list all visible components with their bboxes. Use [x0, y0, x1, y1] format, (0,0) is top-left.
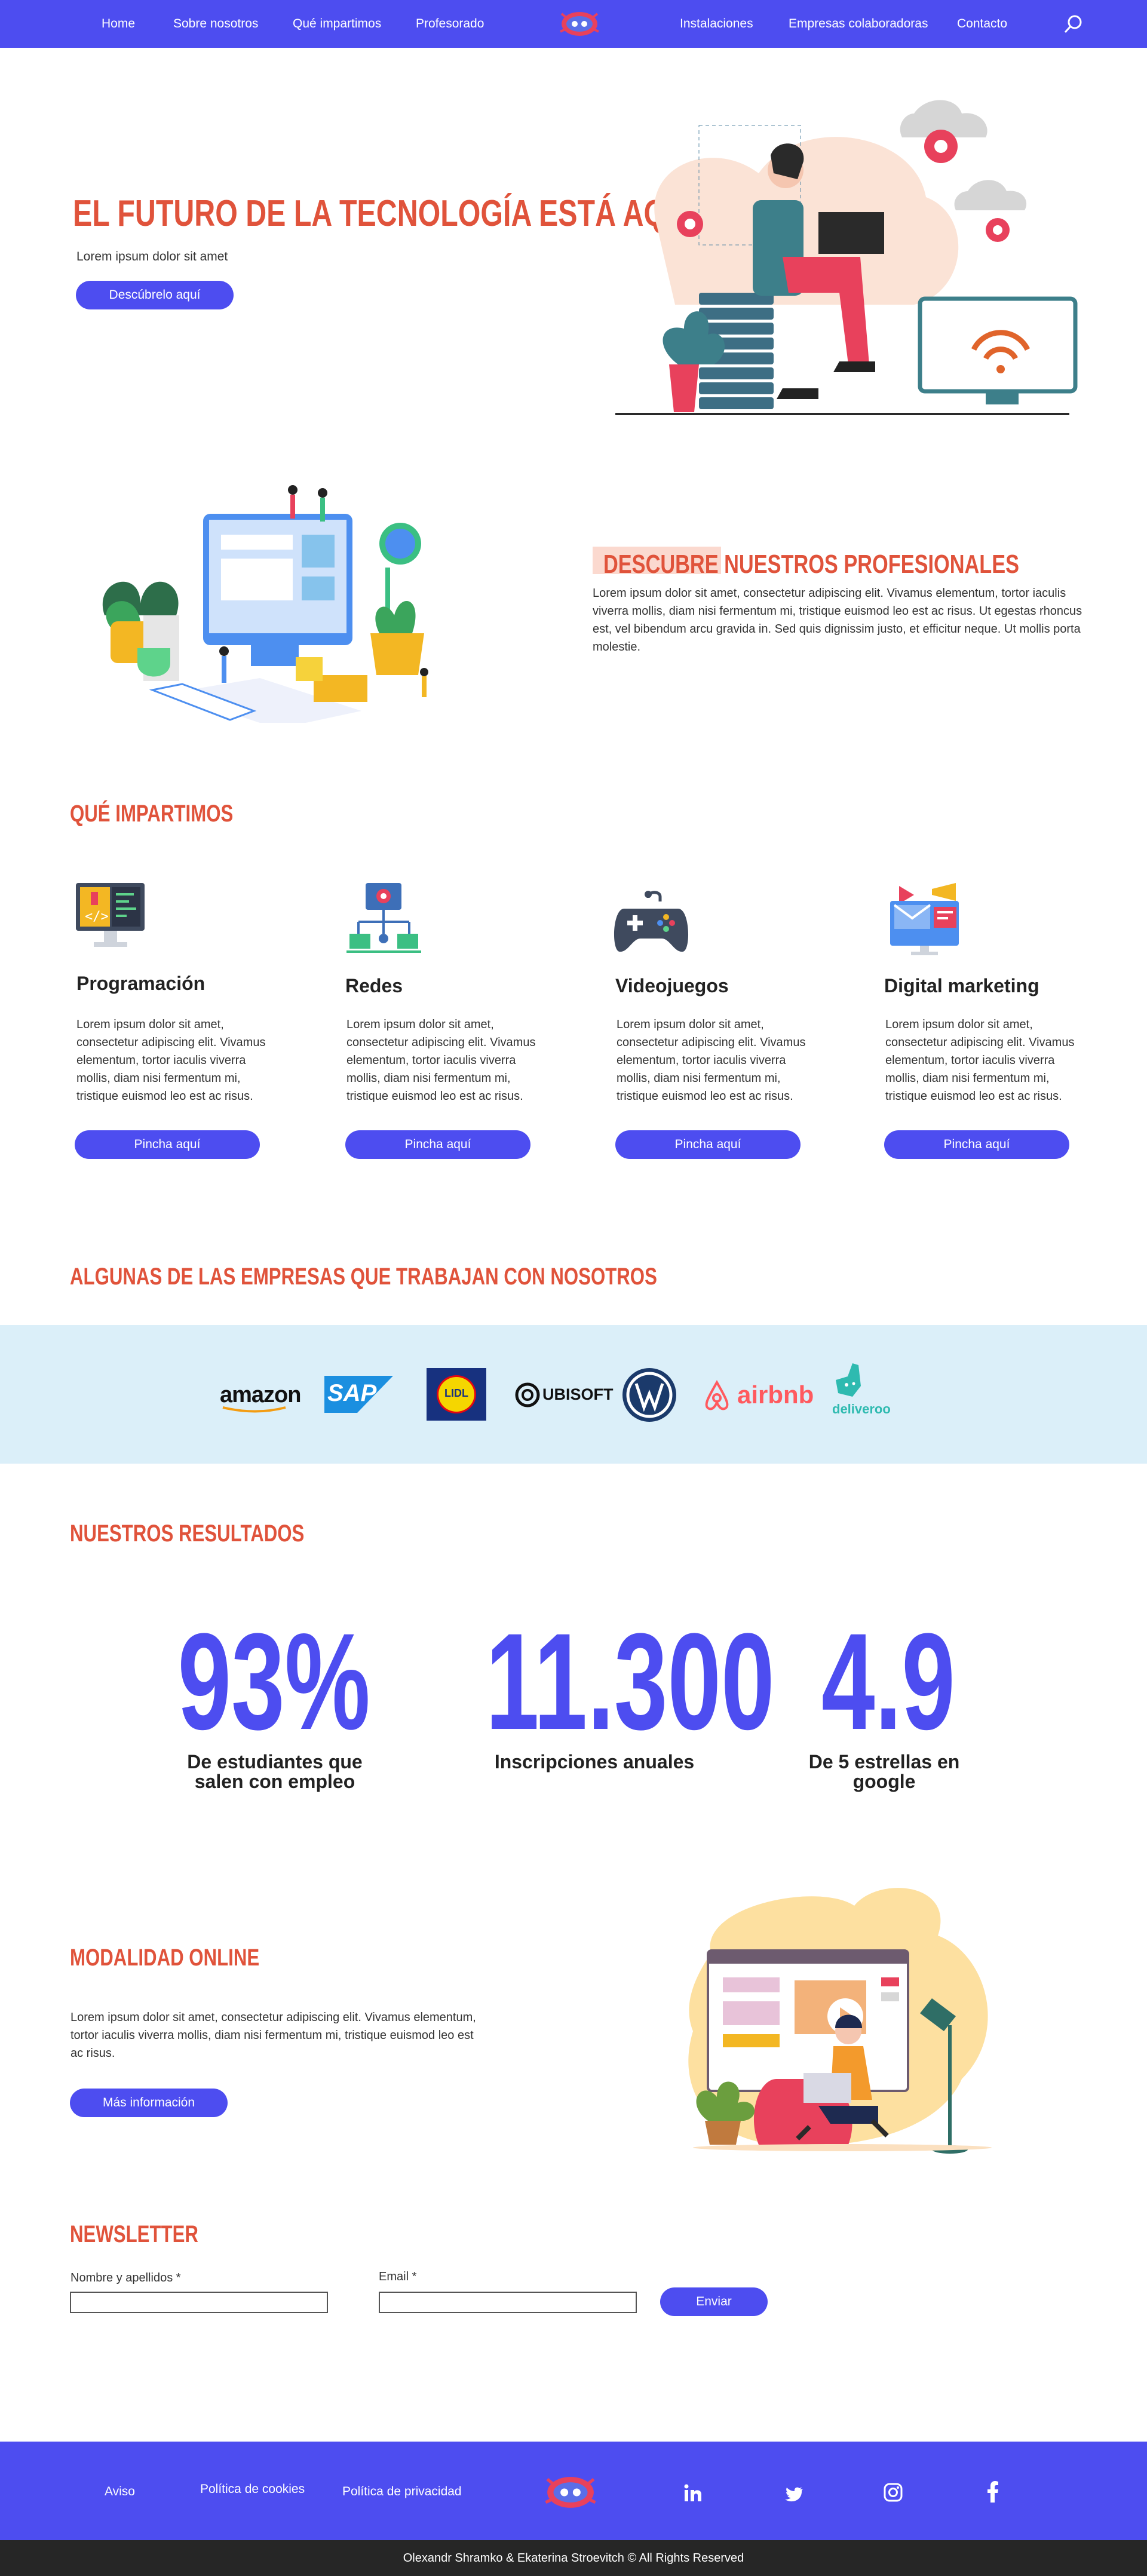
- card-text-digital-marketing: Lorem ipsum dolor sit amet, consectetur …: [885, 1018, 1075, 1103]
- hero-title: EL FUTURO DE LA TECNOLOGÍA ESTÁ AQUÍ: [73, 193, 695, 234]
- footer: Aviso Política de cookies Política de pr…: [0, 2442, 1147, 2540]
- newsletter-email-input[interactable]: [379, 2292, 637, 2313]
- footer-link-privacidad[interactable]: Política de privacidad: [342, 2485, 462, 2499]
- deliveroo-kangaroo-icon: [836, 1363, 861, 1397]
- stat-value-enrollments: 11.300: [486, 1605, 775, 1758]
- search-icon[interactable]: [1063, 14, 1084, 34]
- airbnb-belo-icon: [705, 1380, 729, 1410]
- hero-subtitle: Lorem ipsum dolor sit amet: [76, 250, 228, 263]
- facebook-icon[interactable]: [987, 2481, 999, 2503]
- footer-link-aviso[interactable]: Aviso: [105, 2485, 135, 2499]
- logo-deliveroo: deliveroo: [832, 1402, 891, 1416]
- card-button-videojuegos[interactable]: Pincha aquí: [615, 1130, 801, 1159]
- footer-link-cookies[interactable]: Política de cookies: [200, 2482, 305, 2497]
- card-title-digital-marketing: Digital marketing: [884, 975, 1039, 996]
- hero-discover-button[interactable]: Descúbrelo aquí: [76, 281, 234, 309]
- nav-home[interactable]: Home: [102, 17, 135, 31]
- card-text-programacion: Lorem ipsum dolor sit amet, consectetur …: [76, 1018, 266, 1103]
- card-title-redes: Redes: [345, 975, 403, 996]
- newsletter-name-label: Nombre y apellidos *: [70, 2271, 181, 2284]
- professionals-text: Lorem ipsum dolor sit amet, consectetur …: [593, 587, 1082, 654]
- svg-text:</>: </>: [85, 909, 109, 924]
- gamepad-icon: [614, 891, 689, 952]
- network-icon: [346, 883, 421, 953]
- card-title-programacion: Programación: [76, 973, 206, 994]
- logo-airbnb: airbnb: [737, 1381, 814, 1409]
- logo-lidl: LIDL: [444, 1387, 468, 1399]
- stat-value-google-rating: 4.9: [821, 1605, 955, 1758]
- card-text-videojuegos: Lorem ipsum dolor sit amet, consectetur …: [617, 1018, 806, 1103]
- results-title: NUESTROS RESULTADOS: [70, 1520, 305, 1547]
- newsletter-title: NEWSLETTER: [70, 2221, 198, 2247]
- online-more-info-button[interactable]: Más información: [70, 2089, 228, 2117]
- stat-label-employment-1: De estudiantes que: [187, 1751, 363, 1772]
- stat-label-google-rating-1: De 5 estrellas en: [808, 1751, 960, 1772]
- footer-brand-logo[interactable]: [538, 2471, 603, 2513]
- vw-logo-icon: [622, 1368, 676, 1422]
- logo-amazon: amazon: [220, 1382, 301, 1407]
- stat-label-enrollments: Inscripciones anuales: [494, 1751, 695, 1772]
- card-title-videojuegos: Videojuegos: [615, 975, 729, 996]
- brand-logo[interactable]: [556, 8, 603, 40]
- stat-value-employment: 93%: [177, 1605, 370, 1758]
- stat-label-employment-2: salen con empleo: [194, 1771, 355, 1792]
- card-button-digital-marketing[interactable]: Pincha aquí: [884, 1130, 1069, 1159]
- professionals-title: DESCUBRE NUESTROS PROFESIONALES: [603, 550, 1020, 579]
- twitter-icon[interactable]: [784, 2486, 803, 2503]
- professionals-illustration: [102, 485, 428, 723]
- online-illustration: [688, 1888, 992, 2154]
- hero-illustration: [615, 100, 1078, 415]
- stat-label-google-rating-2: google: [852, 1771, 916, 1792]
- newsletter-email-label: Email *: [379, 2270, 417, 2283]
- partners-band: amazon SAP LIDL UBISOFT VW airbnb delive…: [0, 1325, 1147, 1464]
- marketing-icon: [890, 883, 959, 955]
- nav-contacto[interactable]: Contacto: [957, 17, 1007, 31]
- logo-sap: SAP: [327, 1380, 377, 1406]
- partners-title: ALGUNAS DE LAS EMPRESAS QUE TRABAJAN CON…: [70, 1264, 657, 1290]
- card-text-redes: Lorem ipsum dolor sit amet, consectetur …: [346, 1018, 536, 1103]
- linkedin-icon[interactable]: [683, 2483, 703, 2503]
- code-monitor-icon: </>: [76, 883, 145, 947]
- top-navbar: Home Sobre nosotros Qué impartimos Profe…: [0, 0, 1147, 48]
- newsletter-submit-button[interactable]: Enviar: [660, 2287, 768, 2316]
- amazon-smile-icon: [222, 1406, 286, 1413]
- newsletter-name-input[interactable]: [70, 2292, 328, 2313]
- copyright-bar: Olexandr Shramko & Ekaterina Stroevitch …: [0, 2540, 1147, 2576]
- logo-ubisoft: UBISOFT: [542, 1385, 614, 1403]
- online-title: MODALIDAD ONLINE: [70, 1945, 260, 1971]
- services-title: QUÉ IMPARTIMOS: [70, 801, 234, 827]
- instagram-icon[interactable]: [883, 2482, 903, 2503]
- card-button-programacion[interactable]: Pincha aquí: [75, 1130, 260, 1159]
- nav-instalaciones[interactable]: Instalaciones: [680, 17, 753, 31]
- nav-empresas-colaboradoras[interactable]: Empresas colaboradoras: [789, 17, 928, 31]
- ubisoft-swirl-icon: [515, 1382, 540, 1407]
- online-text: Lorem ipsum dolor sit amet, consectetur …: [70, 2011, 476, 2060]
- nav-que-impartimos[interactable]: Qué impartimos: [293, 17, 381, 31]
- nav-sobre-nosotros[interactable]: Sobre nosotros: [173, 17, 258, 31]
- nav-profesorado[interactable]: Profesorado: [416, 17, 484, 31]
- card-button-redes[interactable]: Pincha aquí: [345, 1130, 530, 1159]
